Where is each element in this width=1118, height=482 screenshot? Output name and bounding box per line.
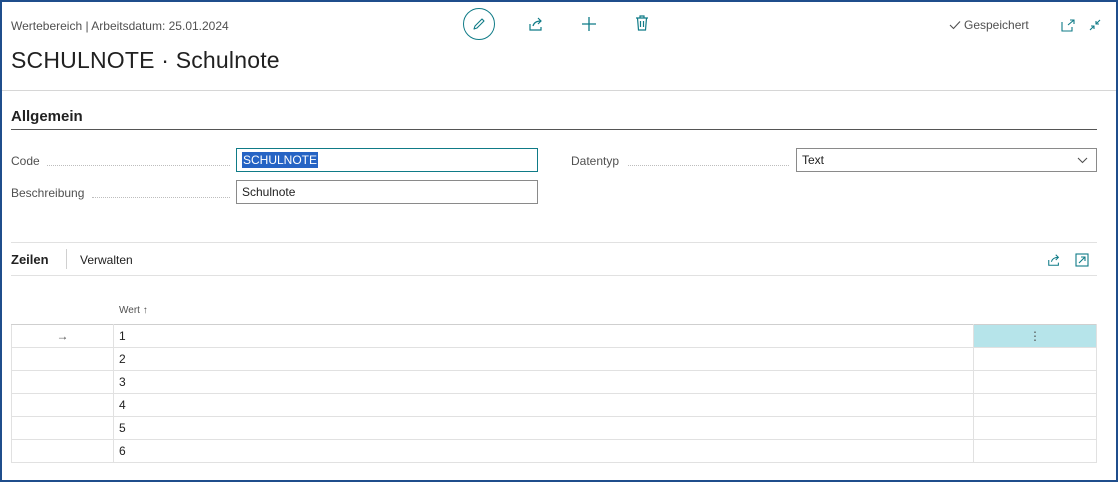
description-input-value: Schulnote <box>242 185 296 199</box>
new-icon <box>582 17 596 31</box>
edit-button[interactable] <box>463 8 495 40</box>
collapse-button[interactable] <box>1086 16 1104 34</box>
delete-button[interactable] <box>633 14 651 32</box>
cell-value[interactable]: 4 <box>113 393 974 417</box>
table-row[interactable]: 6 <box>11 439 1097 463</box>
code-label: Code <box>11 154 40 168</box>
row-selector[interactable] <box>11 347 114 371</box>
row-action-cell[interactable] <box>973 439 1097 463</box>
header-divider <box>2 90 1116 91</box>
table-row[interactable]: → 1 ⋮ <box>11 324 1097 348</box>
page-frame: Wertebereich | Arbeitsdatum: 25.01.2024 … <box>0 0 1118 482</box>
row-selector[interactable] <box>11 393 114 417</box>
cell-value[interactable]: 5 <box>113 416 974 440</box>
table-row[interactable]: 3 <box>11 370 1097 394</box>
lines-share-button[interactable] <box>1045 251 1063 269</box>
code-leader-dots <box>47 165 230 166</box>
breadcrumb: Wertebereich | Arbeitsdatum: 25.01.2024 <box>11 19 229 33</box>
lines-tabs-divider <box>11 275 1097 276</box>
share-icon <box>1048 254 1060 266</box>
cell-value[interactable]: 3 <box>113 370 974 394</box>
checkmark-icon <box>949 21 961 30</box>
lines-table: → 1 ⋮ 2 3 4 5 6 <box>11 324 1097 463</box>
cell-value[interactable]: 1 <box>113 324 974 348</box>
description-leader-dots <box>92 197 230 198</box>
table-row[interactable]: 2 <box>11 347 1097 371</box>
collapse-icon <box>1089 19 1101 31</box>
open-in-new-window-button[interactable] <box>1059 16 1077 34</box>
table-row[interactable]: 4 <box>11 393 1097 417</box>
description-input[interactable]: Schulnote <box>236 180 538 204</box>
tab-lines[interactable]: Zeilen <box>11 252 49 267</box>
section-title-general[interactable]: Allgemein <box>11 108 83 125</box>
section-divider <box>11 129 1097 130</box>
tab-manage[interactable]: Verwalten <box>80 253 133 267</box>
column-header-value[interactable]: Wert ↑ <box>119 305 148 316</box>
share-button[interactable] <box>527 15 545 33</box>
row-selector[interactable] <box>11 370 114 394</box>
new-button[interactable] <box>580 15 598 33</box>
page-title: SCHULNOTE · Schulnote <box>11 47 280 73</box>
row-selector[interactable] <box>11 416 114 440</box>
cell-value[interactable]: 6 <box>113 439 974 463</box>
code-input[interactable]: SCHULNOTE <box>236 148 538 172</box>
datatype-select[interactable]: Text <box>796 148 1097 172</box>
saved-status-label: Gespeichert <box>964 18 1029 32</box>
row-selector[interactable] <box>11 439 114 463</box>
row-action-cell[interactable] <box>973 370 1097 394</box>
datatype-label: Datentyp <box>571 154 620 168</box>
datatype-leader-dots <box>628 165 789 166</box>
datatype-select-value: Text <box>802 153 825 167</box>
row-action-cell[interactable] <box>973 416 1097 440</box>
description-label: Beschreibung <box>11 186 85 200</box>
share-icon <box>529 17 542 31</box>
expand-icon <box>1075 253 1089 267</box>
row-action-cell[interactable] <box>973 393 1097 417</box>
saved-status: Gespeichert <box>949 18 1029 32</box>
lines-top-divider <box>11 242 1097 243</box>
row-selector-arrow-icon[interactable]: → <box>11 324 114 348</box>
row-menu-icon[interactable]: ⋮ <box>973 324 1097 348</box>
chevron-down-icon <box>1077 157 1088 163</box>
edit-icon <box>473 18 485 30</box>
code-input-value: SCHULNOTE <box>242 152 319 168</box>
cell-value[interactable]: 2 <box>113 347 974 371</box>
table-row[interactable]: 5 <box>11 416 1097 440</box>
tab-separator <box>66 249 67 269</box>
sort-ascending-icon: ↑ <box>142 305 148 316</box>
delete-icon <box>636 15 648 31</box>
open-in-new-window-icon <box>1060 18 1075 32</box>
lines-expand-button[interactable] <box>1073 251 1091 269</box>
row-action-cell[interactable] <box>973 347 1097 371</box>
column-header-value-label: Wert <box>119 305 140 316</box>
